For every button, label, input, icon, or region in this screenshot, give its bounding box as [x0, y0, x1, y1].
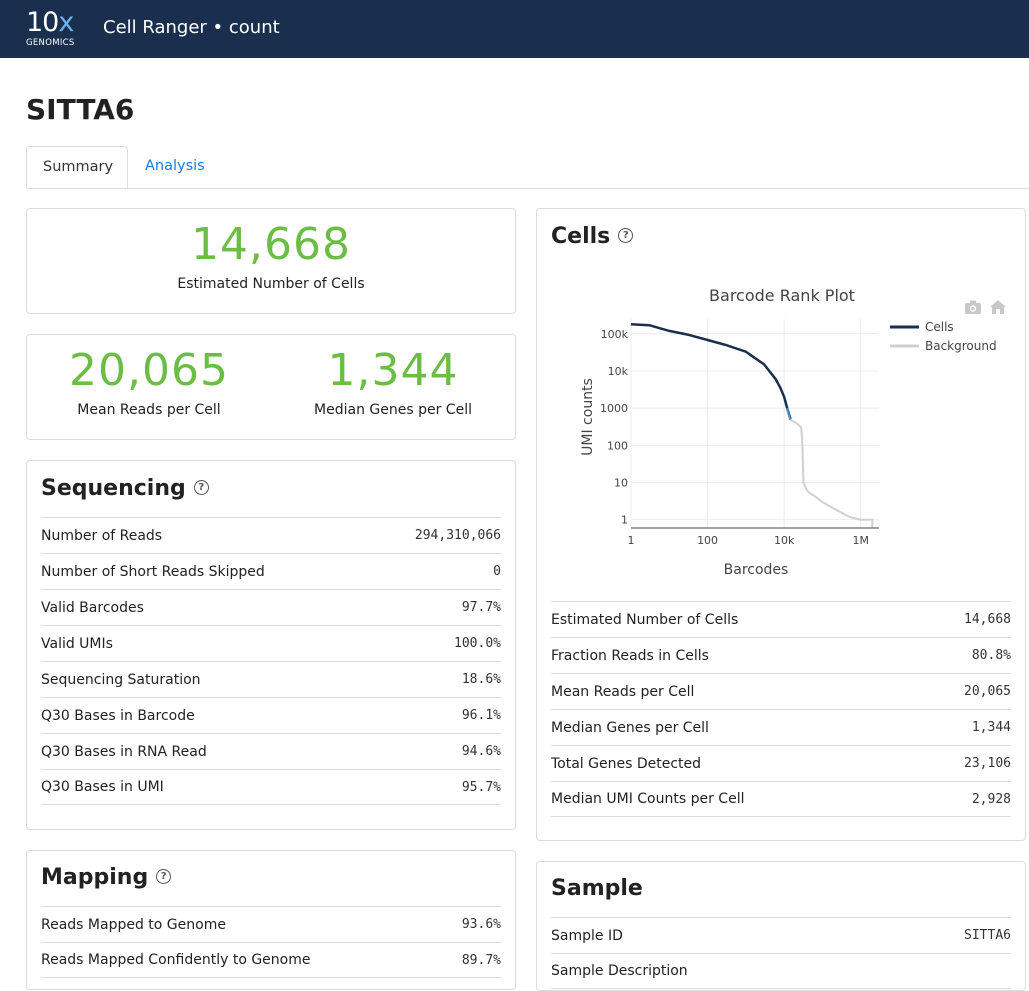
logo-text: 10x [26, 7, 74, 38]
chart-series [630, 323, 874, 528]
table-row: Reads Mapped Confidently to Genome 89.7% [41, 942, 501, 978]
camera-icon[interactable] [965, 300, 981, 315]
home-icon[interactable] [990, 300, 1006, 314]
mean-reads-value: 20,065 [69, 345, 229, 396]
tab-summary[interactable]: Summary [26, 146, 128, 188]
table-row: Reads Mapped to Genome 93.6% [41, 906, 501, 942]
median-genes-value: 1,344 [327, 345, 459, 396]
sequencing-card: Sequencing? Number of Reads 294,310,066 N… [26, 460, 516, 830]
top-bar: 10x GENOMICS Cell Ranger • count [0, 0, 1029, 58]
y-tick-label: 1 [621, 514, 628, 527]
sequencing-title: Sequencing? [41, 476, 209, 501]
series-line-background [790, 419, 874, 528]
legend: Cells Background [890, 320, 997, 353]
mapping-table: Reads Mapped to Genome 93.6% Reads Mapped… [41, 906, 501, 978]
estimated-cells-value: 14,668 [191, 219, 351, 270]
y-tick-label: 100 [607, 439, 628, 452]
estimated-cells-label: Estimated Number of Cells [177, 276, 365, 292]
x-axis-title: Barcodes [724, 562, 789, 578]
sample-title: Sample [551, 876, 643, 901]
estimated-cells-card: 14,668 Estimated Number of Cells [26, 208, 516, 314]
x-tick-label: 100 [697, 534, 718, 547]
series-line-cells [630, 323, 792, 420]
app-title: Cell Ranger • count [103, 17, 280, 38]
legend-label-background[interactable]: Background [925, 339, 997, 353]
sample-table: Sample ID SITTA6 Sample Description [551, 917, 1011, 989]
mapping-card: Mapping? Reads Mapped to Genome 93.6% Rea… [26, 850, 516, 990]
chart-axes: 1 100 10k 1M 1 10 100 1000 10k 100k [600, 328, 879, 547]
sequencing-table: Number of Reads 294,310,066 Number of Sho… [41, 517, 501, 805]
mean-reads-label: Mean Reads per Cell [77, 402, 221, 418]
mapping-title: Mapping? [41, 865, 172, 890]
chart-grid [630, 319, 879, 528]
help-icon[interactable]: ? [618, 227, 634, 243]
table-row: Total Genes Detected 23,106 [551, 745, 1011, 781]
reads-genes-card: 20,065 Mean Reads per Cell 1,344 Median … [26, 334, 516, 440]
table-row: Median Genes per Cell 1,344 [551, 709, 1011, 745]
x-tick-label: 10k [774, 534, 795, 547]
table-row: Sample ID SITTA6 [551, 917, 1011, 953]
y-tick-label: 1000 [600, 402, 628, 415]
y-tick-label: 100k [601, 328, 629, 341]
legend-label-cells[interactable]: Cells [925, 320, 954, 334]
table-row: Number of Short Reads Skipped 0 [41, 553, 501, 589]
table-row: Valid UMIs 100.0% [41, 625, 501, 661]
x-tick-label: 1M [852, 534, 869, 547]
tab-bar: Summary Analysis [26, 146, 1029, 189]
tab-analysis[interactable]: Analysis [129, 146, 221, 187]
table-row: Q30 Bases in Barcode 96.1% [41, 697, 501, 733]
table-row: Median UMI Counts per Cell 2,928 [551, 781, 1011, 817]
chart-title: Barcode Rank Plot [709, 286, 855, 305]
table-row: Valid Barcodes 97.7% [41, 589, 501, 625]
page-title: SITTA6 [26, 93, 135, 126]
cells-table: Estimated Number of Cells 14,668 Fraction… [551, 601, 1011, 817]
table-row: Fraction Reads in Cells 80.8% [551, 637, 1011, 673]
barcode-rank-plot[interactable]: Barcode Rank Plot 1 100 10k 1M 1 10 100 1000 10k… [537, 269, 1025, 649]
logo-subtext: GENOMICS [26, 38, 75, 48]
table-row: Mean Reads per Cell 20,065 [551, 673, 1011, 709]
table-row: Q30 Bases in UMI 95.7% [41, 769, 501, 805]
sample-card: Sample Sample ID SITTA6 Sample Descriptio… [536, 861, 1026, 991]
10x-genomics-logo[interactable]: 10x GENOMICS [26, 8, 86, 50]
table-row: Sequencing Saturation 18.6% [41, 661, 501, 697]
table-row: Estimated Number of Cells 14,668 [551, 601, 1011, 637]
median-genes-label: Median Genes per Cell [314, 402, 472, 418]
table-row: Q30 Bases in RNA Read 94.6% [41, 733, 501, 769]
cells-title: Cells? [551, 224, 634, 249]
y-tick-label: 10 [614, 477, 628, 490]
x-tick-label: 1 [628, 534, 635, 547]
table-row: Number of Reads 294,310,066 [41, 517, 501, 553]
help-icon[interactable]: ? [193, 479, 209, 495]
y-axis-title: UMI counts [580, 378, 596, 456]
cells-card: Cells? Barcode Rank Plot 1 100 10k 1M 1 10 100… [536, 208, 1026, 841]
y-tick-label: 10k [608, 365, 629, 378]
help-icon[interactable]: ? [156, 868, 172, 884]
